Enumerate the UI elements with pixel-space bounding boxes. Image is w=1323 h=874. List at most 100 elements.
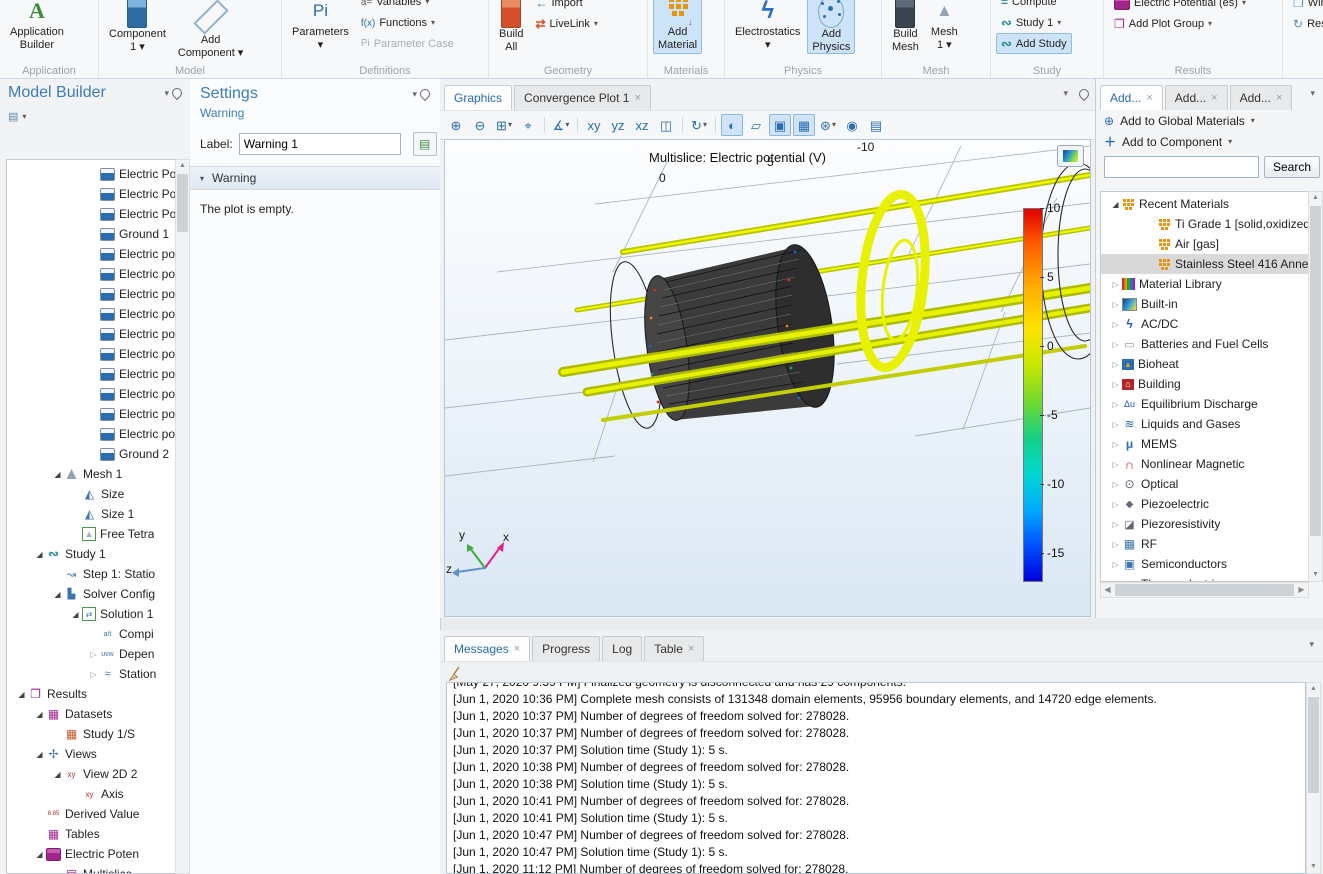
expand-arrow-icon[interactable]: [33, 710, 46, 719]
build-all-button[interactable]: Build All: [494, 0, 528, 54]
add-to-component-button[interactable]: ＋ Add to Component ▾: [1096, 131, 1323, 152]
tree-item[interactable]: Study 1/S: [7, 724, 176, 744]
ribbon-small-button[interactable]: LiveLink ▾: [530, 13, 602, 34]
expand-arrow-icon[interactable]: [51, 470, 64, 479]
graphics-toolbar-button[interactable]: [682, 117, 683, 133]
ribbon-small-button[interactable]: Windows ▾: [1288, 0, 1323, 13]
tree-item[interactable]: Electric Po: [7, 204, 176, 224]
graphics-toolbar-button[interactable]: ▤: [865, 114, 887, 136]
pin-icon[interactable]: [418, 87, 432, 101]
expand-arrow-icon[interactable]: [15, 690, 28, 699]
expand-arrow-icon[interactable]: [87, 650, 100, 659]
create-note-button[interactable]: ▤: [413, 132, 437, 156]
messages-tab[interactable]: Messages ×: [444, 636, 530, 661]
close-tab-icon[interactable]: ×: [1211, 92, 1217, 104]
warning-section-header[interactable]: ▾ Warning: [190, 166, 440, 190]
expand-arrow-icon[interactable]: [51, 770, 64, 779]
ribbon-small-button[interactable]: Functions ▾: [356, 13, 459, 34]
tree-item[interactable]: Derived Value: [7, 804, 176, 824]
ribbon-small-button[interactable]: Parameter Case: [356, 33, 459, 54]
expand-arrow-icon[interactable]: [33, 850, 46, 859]
expand-arrow-icon[interactable]: [1109, 300, 1122, 309]
component-1-button[interactable]: Component 1 ▾: [104, 0, 171, 54]
tree-item[interactable]: Results: [7, 684, 176, 704]
material-list-item[interactable]: Piezoelectric: [1101, 494, 1308, 514]
material-list-item[interactable]: Equilibrium Discharge: [1101, 394, 1308, 414]
material-list-item[interactable]: Recent Materials: [1101, 194, 1308, 214]
tree-item[interactable]: Size: [7, 484, 176, 504]
warning-label-input[interactable]: [239, 133, 401, 155]
tree-item[interactable]: Electric po: [7, 244, 176, 264]
tree-item[interactable]: Tables: [7, 824, 176, 844]
tree-item[interactable]: Compi: [7, 624, 176, 644]
material-list-item[interactable]: Nonlinear Magnetic: [1101, 454, 1308, 474]
close-tab-icon[interactable]: ×: [514, 643, 520, 655]
tree-item[interactable]: Step 1: Statio: [7, 564, 176, 584]
tree-item[interactable]: Study 1: [7, 544, 176, 564]
tree-item[interactable]: Size 1: [7, 504, 176, 524]
expand-arrow-icon[interactable]: [69, 610, 82, 619]
clear-messages-button[interactable]: [448, 666, 462, 682]
search-button[interactable]: Search: [1264, 156, 1320, 178]
add-physics-button[interactable]: Add Physics: [807, 0, 855, 54]
pin-icon[interactable]: [1077, 86, 1091, 100]
tree-item[interactable]: Electric po: [7, 364, 176, 384]
close-tab-icon[interactable]: ×: [688, 643, 694, 655]
expand-arrow-icon[interactable]: [1109, 440, 1122, 449]
material-list-item[interactable]: Batteries and Fuel Cells: [1101, 334, 1308, 354]
graphics-toolbar-button[interactable]: ∡ ▾: [550, 114, 572, 136]
graphics-toolbar-button[interactable]: ⊖: [469, 114, 491, 136]
tree-item[interactable]: Solution 1: [7, 604, 176, 624]
expand-arrow-icon[interactable]: [1109, 340, 1122, 349]
ribbon-small-button[interactable]: Reset Desktop ▾: [1288, 13, 1323, 34]
tree-item[interactable]: Electric po: [7, 324, 176, 344]
tree-item[interactable]: Solver Config: [7, 584, 176, 604]
expand-arrow-icon[interactable]: [1109, 540, 1122, 549]
close-tab-icon[interactable]: ×: [1146, 92, 1152, 104]
graphics-toolbar-button[interactable]: xz: [631, 114, 653, 136]
material-list-item[interactable]: Material Library: [1101, 274, 1308, 294]
expand-arrow-icon[interactable]: [1109, 420, 1122, 429]
scroll-up-icon[interactable]: ▲: [1307, 683, 1320, 695]
expand-arrow-icon[interactable]: [51, 590, 64, 599]
add-material-tab[interactable]: Add... ×: [1230, 85, 1293, 110]
messages-tab[interactable]: Log: [602, 636, 642, 661]
ribbon-small-button[interactable]: Import: [530, 0, 602, 13]
tree-item[interactable]: View 2D 2: [7, 764, 176, 784]
pin-icon[interactable]: [170, 86, 184, 100]
expand-arrow-icon[interactable]: [1109, 480, 1122, 489]
tree-item[interactable]: Electric po: [7, 344, 176, 364]
tree-item[interactable]: Mesh 1: [7, 464, 176, 484]
tree-item[interactable]: Views: [7, 744, 176, 764]
expand-arrow-icon[interactable]: [1109, 400, 1122, 409]
expand-arrow-icon[interactable]: [1109, 520, 1122, 529]
expand-arrow-icon[interactable]: [1109, 320, 1122, 329]
electrostatics-button[interactable]: Electrostatics ▾: [730, 0, 805, 54]
ribbon-small-button[interactable]: Variables ▾: [356, 0, 459, 13]
graphics-toolbar-button[interactable]: ⌖: [517, 114, 539, 136]
application-builder-button[interactable]: Application Builder: [5, 0, 69, 54]
graphics-toolbar-button[interactable]: ⊞ ▾: [493, 114, 515, 136]
material-list-horizontal-scrollbar[interactable]: ◀ ▶: [1100, 582, 1309, 598]
graphics-toolbar-button[interactable]: xy: [583, 114, 605, 136]
expand-arrow-icon[interactable]: [1109, 200, 1122, 209]
tree-item[interactable]: Ground 2: [7, 444, 176, 464]
expand-arrow-icon[interactable]: [33, 550, 46, 559]
material-list-item[interactable]: Thermoelectric: [1101, 574, 1308, 582]
close-tab-icon[interactable]: ×: [634, 92, 640, 104]
tree-item[interactable]: Electric Po: [7, 184, 176, 204]
material-list-item[interactable]: Building: [1101, 374, 1308, 394]
scroll-down-icon[interactable]: ▼: [1309, 569, 1322, 581]
tree-item[interactable]: Ground 1: [7, 224, 176, 244]
messages-tab[interactable]: Table ×: [644, 636, 704, 661]
tree-item[interactable]: Electric po: [7, 284, 176, 304]
dropdown-caret-icon[interactable]: ▾: [22, 113, 26, 121]
expand-arrow-icon[interactable]: [1109, 360, 1122, 369]
tree-item[interactable]: Electric po: [7, 264, 176, 284]
expand-arrow-icon[interactable]: [1109, 500, 1122, 509]
panel-menu-caret-icon[interactable]: ▾: [1306, 638, 1317, 651]
panel-menu-caret-icon[interactable]: ▾: [1060, 87, 1071, 100]
material-list-item[interactable]: Ti Grade 1 [solid,oxidized]: [1101, 214, 1308, 234]
graphics-toolbar-button[interactable]: [715, 117, 716, 133]
graphics-tab[interactable]: Convergence Plot 1 ×: [514, 85, 651, 110]
